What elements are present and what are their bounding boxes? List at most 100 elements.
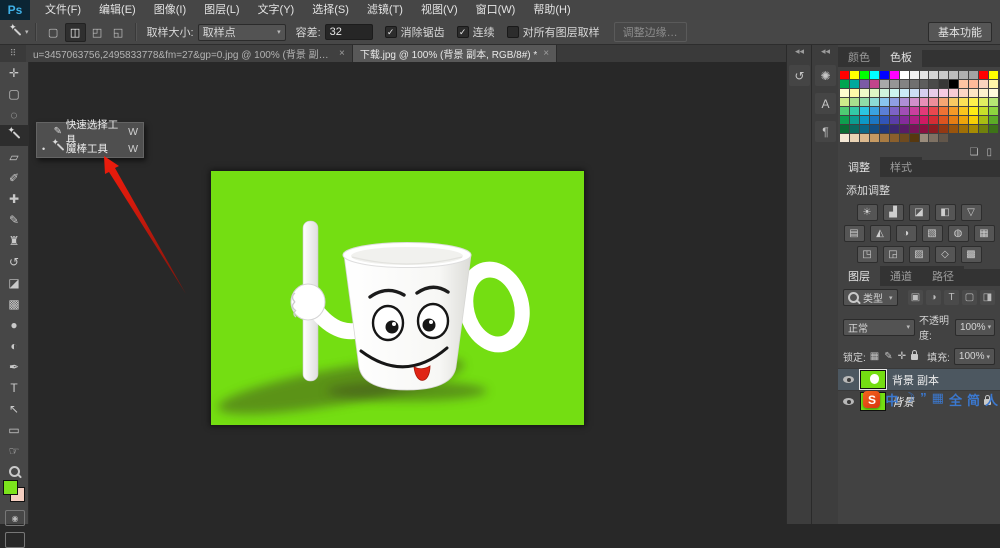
- preset-dropdown-arrow[interactable]: ▾: [25, 28, 29, 36]
- adjustment-icon[interactable]: ▽: [960, 204, 982, 221]
- color-swatch[interactable]: [869, 89, 879, 97]
- menu-item[interactable]: 图像(I): [145, 0, 195, 20]
- adjustment-icon[interactable]: ◍: [947, 225, 969, 242]
- color-swatch[interactable]: [949, 125, 959, 133]
- layer-filter-icon[interactable]: ◨: [980, 290, 995, 305]
- color-swatch[interactable]: [879, 107, 889, 115]
- blur-tool[interactable]: ●: [0, 314, 28, 335]
- marquee-tool[interactable]: ▢: [0, 83, 28, 104]
- lock-all-icon[interactable]: [911, 349, 919, 360]
- hand-tool[interactable]: ☞: [0, 440, 28, 461]
- color-swatch[interactable]: [840, 116, 849, 124]
- color-swatch[interactable]: [909, 71, 919, 79]
- color-swatch[interactable]: [959, 116, 969, 124]
- color-swatch[interactable]: [919, 125, 929, 133]
- menu-item[interactable]: 图层(L): [195, 0, 248, 20]
- color-swatch[interactable]: [939, 80, 949, 88]
- adjustment-icon[interactable]: ◳: [856, 246, 878, 263]
- color-swatch[interactable]: [919, 116, 929, 124]
- menu-item[interactable]: 帮助(H): [524, 0, 579, 20]
- document-tab[interactable]: u=3457063756,2495833778&fm=27&gp=0.jpg @…: [26, 44, 353, 62]
- color-swatch[interactable]: [959, 125, 969, 133]
- color-swatch[interactable]: [949, 98, 959, 106]
- color-swatch[interactable]: [939, 125, 949, 133]
- adjustment-icon[interactable]: ◭: [869, 225, 891, 242]
- color-swatch[interactable]: [989, 116, 998, 124]
- color-swatch[interactable]: [849, 107, 859, 115]
- collapse-panels-icon[interactable]: ◂◂: [795, 44, 804, 58]
- color-swatch[interactable]: [979, 71, 989, 79]
- color-swatch[interactable]: [889, 134, 899, 142]
- color-swatch[interactable]: [849, 125, 859, 133]
- color-swatch[interactable]: [989, 125, 998, 133]
- color-swatch[interactable]: [849, 80, 859, 88]
- color-swatch[interactable]: [989, 89, 998, 97]
- color-swatch[interactable]: [879, 125, 889, 133]
- color-swatch[interactable]: [919, 107, 929, 115]
- adjustment-icon[interactable]: ▟: [882, 204, 904, 221]
- adjustment-icon[interactable]: ▤: [843, 225, 865, 242]
- close-icon[interactable]: ×: [543, 48, 549, 59]
- color-swatch[interactable]: [840, 134, 849, 142]
- color-swatch[interactable]: [889, 71, 899, 79]
- color-swatch[interactable]: [929, 89, 939, 97]
- visibility-eye-icon[interactable]: [843, 376, 854, 383]
- color-swatch[interactable]: [899, 71, 909, 79]
- color-swatch[interactable]: [929, 80, 939, 88]
- path-select-tool[interactable]: ↖: [0, 398, 28, 419]
- ime-button[interactable]: ☽: [904, 390, 916, 409]
- layer-filter-icon[interactable]: ▢: [962, 290, 977, 305]
- adjustment-icon[interactable]: ☀: [856, 204, 878, 221]
- color-swatch[interactable]: [889, 80, 899, 88]
- zoom-tool[interactable]: [0, 461, 28, 482]
- ime-button[interactable]: ”: [920, 390, 927, 409]
- option-checkbox[interactable]: ✓ 消除锯齿: [384, 24, 445, 40]
- color-swatch[interactable]: [949, 80, 959, 88]
- crop-tool[interactable]: ▱: [0, 146, 28, 167]
- color-swatch[interactable]: [859, 98, 869, 106]
- color-swatch[interactable]: [899, 80, 909, 88]
- adjustment-icon[interactable]: ▧: [921, 225, 943, 242]
- workspace-switcher-button[interactable]: 基本功能: [928, 22, 992, 42]
- ime-button[interactable]: 人: [985, 390, 998, 409]
- eyedropper-tool[interactable]: ✐: [0, 167, 28, 188]
- visibility-eye-icon[interactable]: [843, 398, 854, 405]
- fill-select[interactable]: 100% ▾: [953, 348, 995, 365]
- color-swatch[interactable]: [959, 71, 969, 79]
- color-swatch[interactable]: [840, 98, 849, 106]
- color-swatch[interactable]: [949, 116, 959, 124]
- color-swatch[interactable]: [969, 80, 979, 88]
- color-swatch[interactable]: [939, 107, 949, 115]
- adjustment-icon[interactable]: ◇: [934, 246, 956, 263]
- color-swatch[interactable]: [889, 116, 899, 124]
- history-brush-tool[interactable]: ↺: [0, 251, 28, 272]
- adjustment-icon[interactable]: ▨: [908, 246, 930, 263]
- color-swatch[interactable]: [909, 134, 919, 142]
- refine-edge-button[interactable]: 调整边缘…: [613, 22, 687, 42]
- color-swatch[interactable]: [859, 80, 869, 88]
- color-swatch[interactable]: [979, 107, 989, 115]
- color-swatch[interactable]: [919, 71, 929, 79]
- layer-thumbnail[interactable]: [860, 370, 886, 389]
- tolerance-input[interactable]: 32: [324, 24, 373, 40]
- color-swatch[interactable]: [849, 134, 859, 142]
- color-swatch[interactable]: [899, 134, 909, 142]
- layer-filter-icon[interactable]: ▣: [908, 290, 923, 305]
- brush-tool[interactable]: ✎: [0, 209, 28, 230]
- color-swatch[interactable]: [869, 80, 879, 88]
- color-swatch[interactable]: [909, 98, 919, 106]
- adjustment-icon[interactable]: ◑: [895, 225, 917, 242]
- document-canvas[interactable]: [210, 170, 585, 426]
- color-swatch[interactable]: [869, 107, 879, 115]
- color-swatch[interactable]: [849, 116, 859, 124]
- collapse-panels-icon[interactable]: ◂◂: [821, 44, 830, 58]
- tab-通道[interactable]: 通道: [880, 266, 922, 286]
- sample-size-select[interactable]: 取样点 ▾: [197, 23, 286, 41]
- color-swatch[interactable]: [989, 71, 998, 79]
- tab-颜色[interactable]: 颜色: [838, 47, 880, 67]
- color-swatch[interactable]: [979, 116, 989, 124]
- new-selection-button[interactable]: ▢: [44, 24, 63, 41]
- color-swatch[interactable]: [869, 71, 879, 79]
- layer-filter-icon[interactable]: ◑: [926, 290, 941, 305]
- color-swatch[interactable]: [840, 80, 849, 88]
